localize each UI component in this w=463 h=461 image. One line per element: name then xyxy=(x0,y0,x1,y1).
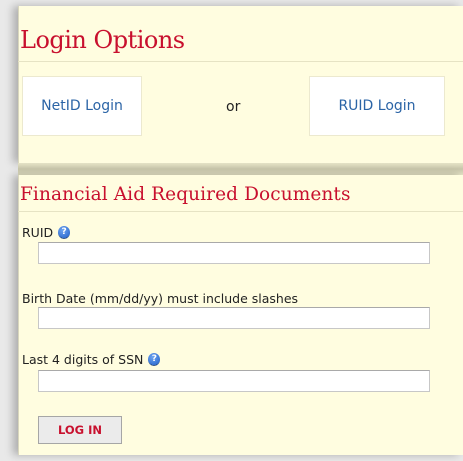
help-icon[interactable]: ? xyxy=(148,353,161,366)
ruid-label: RUID? xyxy=(22,225,71,240)
birth-date-input[interactable] xyxy=(38,307,430,329)
ssn-label-text: Last 4 digits of SSN xyxy=(22,352,144,367)
birth-date-label: Birth Date (mm/dd/yy) must include slash… xyxy=(22,291,298,306)
ruid-label-text: RUID xyxy=(22,225,54,240)
or-separator-text: or xyxy=(226,99,241,115)
login-submit-button[interactable]: LOG IN xyxy=(38,416,122,444)
ssn-label: Last 4 digits of SSN? xyxy=(22,352,161,367)
birth-date-label-text: Birth Date (mm/dd/yy) must include slash… xyxy=(22,291,299,306)
login-options-title: Login Options xyxy=(20,26,185,54)
ruid-login-button[interactable]: RUID Login xyxy=(309,76,445,136)
title-divider xyxy=(18,61,463,62)
ssn-input[interactable] xyxy=(38,370,430,392)
help-icon[interactable]: ? xyxy=(58,226,71,239)
financial-aid-divider xyxy=(18,211,463,212)
financial-aid-title: Financial Aid Required Documents xyxy=(20,184,351,205)
panel-separator xyxy=(18,163,463,175)
netid-login-button[interactable]: NetID Login xyxy=(22,76,142,136)
ruid-input[interactable] xyxy=(38,242,430,264)
